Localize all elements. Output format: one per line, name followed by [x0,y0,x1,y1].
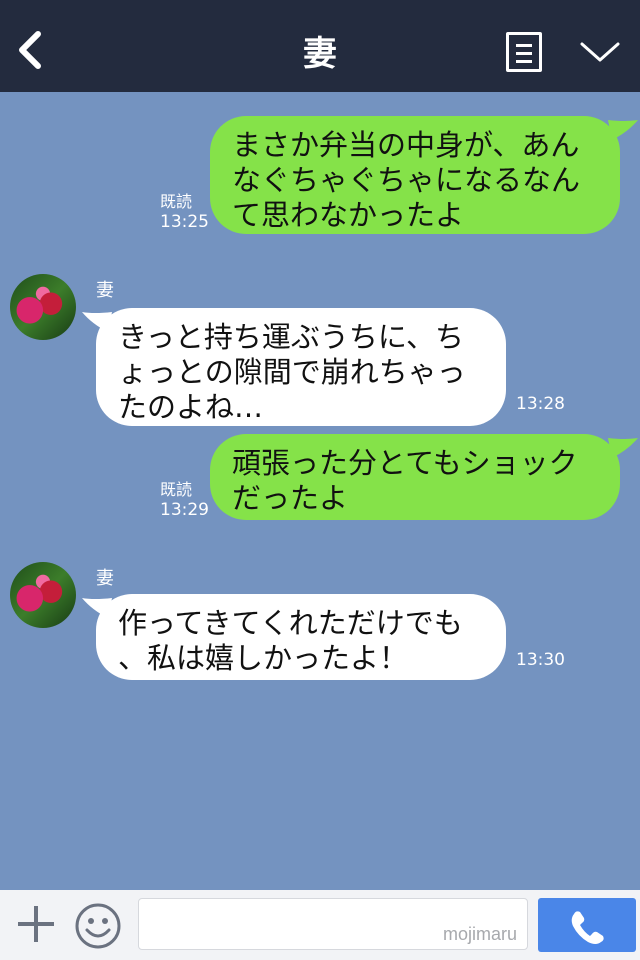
read-label: 既読 [160,192,193,211]
message-bubble-received[interactable]: 作ってきてくれただけでも 、私は嬉しかったよ！ [96,594,506,680]
plus-icon [18,906,54,942]
bubble-tail [608,438,638,458]
chevron-down-button[interactable] [578,36,622,66]
chat-header: 妻 [0,0,640,92]
message-bubble-sent[interactable]: 頑張った分とてもショック だったよ [210,434,620,520]
chat-title: 妻 [303,34,337,74]
timestamp: 13:25 [160,212,209,232]
avatar[interactable] [10,562,76,628]
chat-area[interactable]: 既読 13:25 まさか弁当の中身が、あん なぐちゃぐちゃになるなん て思わなか… [0,92,640,890]
timestamp: 13:29 [160,500,209,520]
read-label: 既読 [160,480,193,499]
message-bubble-received[interactable]: きっと持ち運ぶうちに、ち ょっとの隙間で崩れちゃっ たのよね… [96,308,506,426]
document-list-icon[interactable] [506,32,542,72]
avatar[interactable] [10,274,76,340]
phone-icon [571,911,604,944]
smiley-icon [75,903,121,949]
timestamp: 13:28 [516,394,565,414]
call-button[interactable] [538,898,636,952]
bubble-tail [608,120,638,140]
read-receipt: 既読 13:29 [160,480,209,520]
read-receipt: 既読 13:25 [160,192,209,232]
timestamp: 13:30 [516,650,565,670]
chevron-down-icon [580,42,620,62]
message-input[interactable]: mojimaru [138,898,528,950]
watermark-text: mojimaru [442,924,517,944]
message-bubble-sent[interactable]: まさか弁当の中身が、あん なぐちゃぐちゃになるなん て思わなかったよ [210,116,620,234]
sender-name: 妻 [96,568,114,589]
sender-name: 妻 [96,280,114,301]
plus-button[interactable] [16,902,56,946]
emoji-button[interactable] [74,902,122,950]
input-bar: mojimaru [0,890,640,960]
